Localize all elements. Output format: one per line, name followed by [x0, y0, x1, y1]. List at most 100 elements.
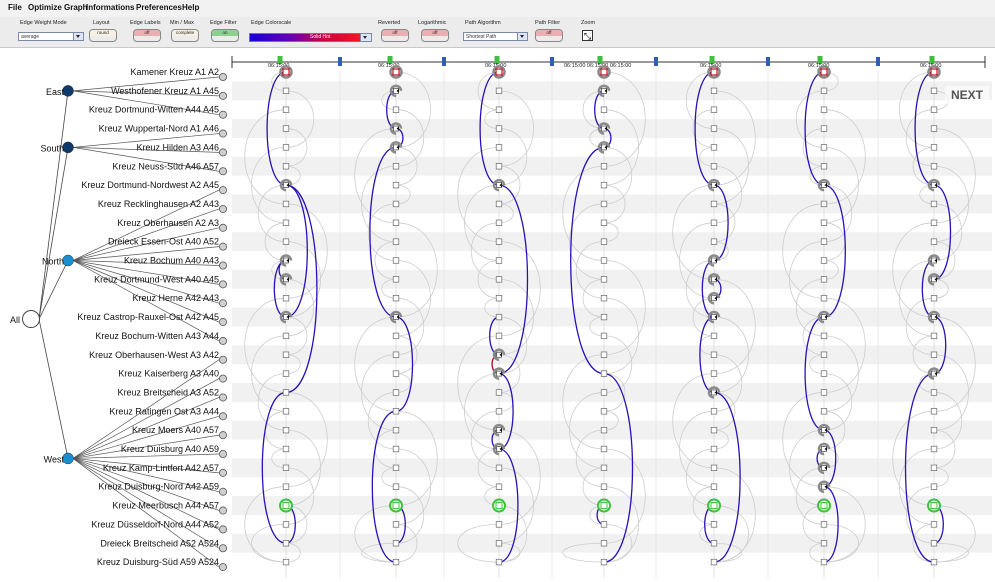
row-end-node[interactable] [218, 525, 227, 534]
node-idle[interactable] [930, 144, 938, 151]
node-idle[interactable] [930, 351, 938, 358]
row-end-node[interactable] [218, 242, 227, 251]
group-node-east[interactable] [62, 85, 74, 97]
edge-weight-mode-select[interactable]: average [18, 32, 84, 41]
node-idle[interactable] [820, 351, 828, 358]
node-idle[interactable] [282, 408, 290, 415]
node-idle[interactable] [282, 332, 290, 340]
node-idle[interactable] [282, 558, 290, 566]
node-source[interactable] [495, 68, 503, 76]
node-idle[interactable] [710, 163, 718, 170]
row-end-node[interactable] [218, 148, 227, 157]
node-idle[interactable] [930, 464, 938, 471]
path-algorithm-select[interactable]: Shortest Path [463, 32, 528, 41]
node-idle[interactable] [710, 106, 718, 113]
node-idle[interactable] [392, 163, 400, 170]
node-idle[interactable] [710, 351, 718, 358]
node-idle[interactable] [710, 558, 718, 566]
node-idle[interactable] [930, 87, 938, 94]
node-idle[interactable] [820, 125, 828, 132]
node-idle[interactable] [392, 106, 400, 113]
node-idle[interactable] [392, 521, 400, 528]
node-idle[interactable] [600, 257, 608, 264]
group-node-west[interactable] [62, 452, 74, 465]
node-idle[interactable] [600, 219, 608, 226]
row-end-node[interactable] [218, 506, 227, 515]
edge-filter-toggle[interactable]: on [211, 29, 239, 42]
node-idle[interactable] [392, 464, 400, 471]
row-end-node[interactable] [218, 72, 227, 81]
row-end-node[interactable] [218, 393, 227, 402]
node-idle[interactable] [495, 540, 503, 547]
node-idle[interactable] [820, 540, 828, 547]
reverted-toggle[interactable]: off [381, 29, 409, 42]
node-idle[interactable] [495, 257, 503, 264]
row-end-node[interactable] [218, 318, 227, 327]
row-end-node[interactable] [218, 412, 227, 421]
node-source[interactable] [392, 68, 400, 76]
root-node[interactable] [22, 310, 40, 329]
node-idle[interactable] [282, 521, 290, 528]
row-end-node[interactable] [218, 110, 227, 119]
node-idle[interactable] [820, 144, 828, 151]
node-idle[interactable] [495, 483, 503, 490]
node-idle[interactable] [710, 144, 718, 151]
node-source[interactable] [930, 68, 938, 76]
node-source[interactable] [820, 68, 828, 76]
node-idle[interactable] [392, 200, 400, 208]
group-node-north[interactable] [62, 254, 74, 267]
node-idle[interactable] [930, 125, 938, 132]
node-idle[interactable] [392, 276, 400, 283]
node-idle[interactable] [820, 200, 828, 208]
node-idle[interactable] [820, 163, 828, 170]
node-idle[interactable] [392, 238, 400, 245]
layout-toggle[interactable]: round [89, 29, 117, 42]
timeline-marker-blue[interactable] [876, 57, 880, 66]
node-idle[interactable] [282, 445, 290, 453]
row-end-node[interactable] [218, 280, 227, 289]
next-button[interactable]: NEXT [945, 86, 989, 104]
node-idle[interactable] [820, 257, 828, 264]
node-idle[interactable] [392, 445, 400, 453]
row-end-node[interactable] [218, 449, 227, 458]
zoom-icon[interactable]: ⤡ [582, 30, 593, 41]
row-end-node[interactable] [218, 563, 227, 572]
node-idle[interactable] [600, 483, 608, 490]
node-idle[interactable] [820, 276, 828, 283]
node-idle[interactable] [392, 483, 400, 490]
node-idle[interactable] [495, 125, 503, 132]
menu-informations[interactable]: Informations [86, 3, 134, 12]
node-idle[interactable] [710, 87, 718, 94]
node-idle[interactable] [392, 370, 400, 377]
edge-colorscale-dropdown[interactable] [360, 33, 372, 42]
node-idle[interactable] [282, 427, 290, 434]
node-idle[interactable] [495, 389, 503, 396]
node-idle[interactable] [820, 521, 828, 528]
node-idle[interactable] [930, 238, 938, 245]
row-end-node[interactable] [218, 431, 227, 440]
row-end-node[interactable] [218, 91, 227, 100]
node-idle[interactable] [282, 87, 290, 94]
row-end-node[interactable] [218, 299, 227, 308]
node-idle[interactable] [282, 144, 290, 151]
node-idle[interactable] [282, 219, 290, 226]
node-idle[interactable] [495, 163, 503, 170]
node-source[interactable] [282, 68, 290, 76]
node-idle[interactable] [820, 389, 828, 396]
node-idle[interactable] [392, 408, 400, 415]
node-source[interactable] [710, 68, 718, 76]
node-idle[interactable] [710, 200, 718, 208]
edge-colorscale-select[interactable] [249, 33, 369, 42]
node-idle[interactable] [710, 464, 718, 471]
node-idle[interactable] [600, 332, 608, 340]
node-idle[interactable] [495, 332, 503, 340]
node-idle[interactable] [600, 238, 608, 245]
node-idle[interactable] [282, 370, 290, 377]
graph-canvas[interactable]: 06:15:00 06:15:00 06:15:00 06:15:00 06:15:0… [0, 48, 995, 582]
row-end-node[interactable] [218, 487, 227, 496]
node-idle[interactable] [930, 445, 938, 453]
node-idle[interactable] [710, 408, 718, 415]
node-idle[interactable] [820, 332, 828, 340]
row-end-node[interactable] [218, 223, 227, 232]
node-idle[interactable] [495, 219, 503, 226]
